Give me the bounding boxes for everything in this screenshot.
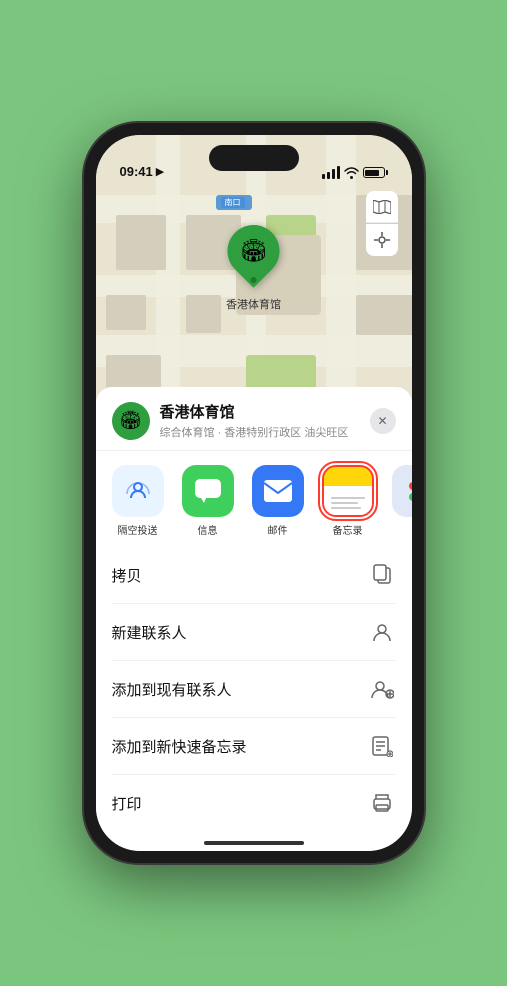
quick-note-icon [368, 732, 396, 760]
dynamic-island [209, 145, 299, 171]
venue-sheet-title: 香港体育馆 [160, 401, 370, 422]
share-more[interactable]: 推 [386, 465, 412, 537]
mail-icon [252, 465, 304, 517]
location-button[interactable] [366, 224, 398, 256]
phone-frame: 09:41 ▶ [84, 123, 424, 863]
more-icon [392, 465, 412, 517]
menu-copy-label: 拷贝 [112, 565, 142, 586]
print-icon [368, 789, 396, 817]
notes-icon-wrapper [322, 465, 374, 517]
location-icon: ▶ [156, 165, 164, 178]
map-type-button[interactable] [366, 191, 398, 223]
new-contact-icon [368, 618, 396, 646]
home-indicator [204, 841, 304, 845]
wifi-icon [344, 167, 359, 179]
status-time: 09:41 [120, 164, 153, 179]
menu-item-add-existing[interactable]: 添加到现有联系人 [112, 661, 396, 718]
menu-item-copy[interactable]: 拷贝 [112, 547, 396, 604]
close-button[interactable]: ✕ [370, 408, 396, 434]
signal-icon [322, 166, 340, 179]
menu-new-contact-label: 新建联系人 [112, 622, 187, 643]
venue-name-label: 香港体育馆 [226, 296, 281, 312]
message-label: 信息 [198, 522, 218, 537]
notes-label: 备忘录 [333, 522, 363, 537]
menu-item-print[interactable]: 打印 [112, 775, 396, 831]
menu-list: 拷贝 新建联系人 [96, 547, 412, 831]
share-mail[interactable]: 邮件 [246, 465, 310, 537]
mail-label: 邮件 [268, 522, 288, 537]
add-existing-icon [368, 675, 396, 703]
map-controls [366, 191, 398, 256]
phone-screen: 09:41 ▶ [96, 135, 412, 851]
message-icon [182, 465, 234, 517]
menu-quick-note-label: 添加到新快速备忘录 [112, 736, 247, 757]
notes-icon [322, 465, 374, 517]
venue-label: 🏟 香港体育馆 [226, 225, 281, 312]
menu-add-existing-label: 添加到现有联系人 [112, 679, 232, 700]
venue-info: 香港体育馆 综合体育馆 · 香港特别行政区 油尖旺区 [160, 401, 370, 440]
share-row: 隔空投送 信息 [96, 451, 412, 547]
menu-item-quick-note[interactable]: 添加到新快速备忘录 [112, 718, 396, 775]
venue-sheet-icon: 🏟 [112, 402, 150, 440]
share-message[interactable]: 信息 [176, 465, 240, 537]
sheet-header: 🏟 香港体育馆 综合体育馆 · 香港特别行政区 油尖旺区 ✕ [96, 387, 412, 451]
share-notes[interactable]: 备忘录 [316, 465, 380, 537]
copy-icon [368, 561, 396, 589]
menu-print-label: 打印 [112, 793, 142, 814]
share-airdrop[interactable]: 隔空投送 [106, 465, 170, 537]
battery-icon [363, 167, 388, 178]
airdrop-icon [112, 465, 164, 517]
venue-sheet-subtitle: 综合体育馆 · 香港特别行政区 油尖旺区 [160, 424, 370, 440]
north-label: 南口 [216, 195, 252, 210]
menu-item-new-contact[interactable]: 新建联系人 [112, 604, 396, 661]
bottom-sheet: 🏟 香港体育馆 综合体育馆 · 香港特别行政区 油尖旺区 ✕ [96, 387, 412, 851]
status-icons [322, 166, 388, 179]
more-circles-icon [409, 482, 412, 501]
airdrop-label: 隔空投送 [118, 522, 158, 537]
